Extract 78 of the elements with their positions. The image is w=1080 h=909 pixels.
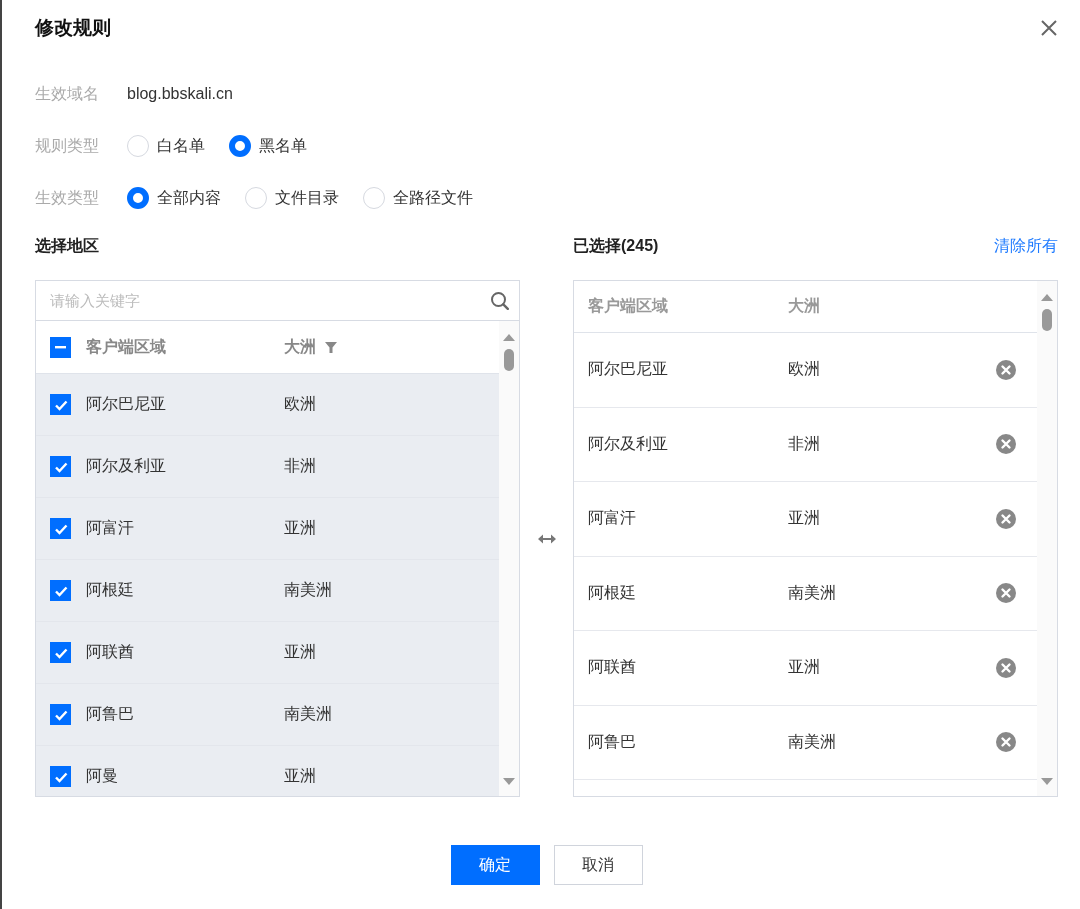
scroll-thumb[interactable] (504, 349, 514, 371)
row-checkbox[interactable] (50, 766, 71, 787)
row-checkbox[interactable] (50, 580, 71, 601)
table-cell-text: 阿根廷 (588, 582, 637, 603)
table-cell-text: 亚洲 (788, 657, 821, 678)
section-title: 已选择(245) (573, 235, 659, 256)
table-cell-text: 阿鲁巴 (86, 704, 135, 724)
remove-icon[interactable] (996, 657, 1016, 678)
table-row[interactable]: 阿曼 亚洲 (36, 746, 499, 796)
table-cell-text: 亚洲 (284, 518, 316, 538)
minus-icon (55, 345, 66, 349)
table-row[interactable]: 阿鲁巴 南美洲 (36, 684, 499, 746)
row-checkbox[interactable] (50, 394, 71, 415)
table-cell-text: 非洲 (788, 433, 821, 454)
double-arrow-icon (536, 532, 557, 545)
scroll-thumb[interactable] (1042, 309, 1052, 331)
radio-label[interactable]: 全路径文件 (393, 187, 473, 209)
table-cell-text: 南美洲 (284, 704, 332, 724)
table-cell-text: 阿尔巴尼亚 (86, 394, 167, 414)
table-row[interactable]: 阿尔巴尼亚 欧洲 (36, 374, 499, 436)
radio-label[interactable]: 白名单 (157, 135, 205, 157)
search-icon (490, 291, 509, 310)
close-icon[interactable] (1040, 19, 1058, 37)
dialog-title: 修改规则 (35, 16, 111, 40)
table-cell-text: 亚洲 (284, 766, 316, 786)
table-cell-text: 南美洲 (788, 731, 837, 752)
row-checkbox[interactable] (50, 518, 71, 539)
remove-icon[interactable] (996, 359, 1016, 380)
remove-icon[interactable] (996, 732, 1016, 753)
table-cell-text: 阿富汗 (588, 508, 637, 529)
radio-button[interactable] (127, 187, 149, 209)
table-cell-text: 阿富汗 (86, 518, 135, 538)
table-cell-text: 亚洲 (788, 508, 821, 529)
radio-label[interactable]: 文件目录 (275, 187, 339, 209)
remove-icon[interactable] (996, 583, 1016, 604)
field-label: 生效类型 (35, 187, 100, 208)
table-cell-text: 阿尔及利亚 (588, 433, 669, 454)
column-header: 客户端区域 (86, 336, 167, 357)
remove-icon[interactable] (996, 508, 1016, 529)
radio-label[interactable]: 全部内容 (157, 187, 221, 209)
scrollbar-track[interactable] (499, 321, 519, 796)
table-cell-text: 南美洲 (788, 582, 837, 603)
field-label: 生效域名 (35, 83, 100, 104)
table-cell-text: 欧洲 (284, 394, 316, 414)
table-cell-text: 阿联酋 (588, 657, 637, 678)
table-row[interactable]: 阿根廷 南美洲 (36, 560, 499, 622)
row-checkbox[interactable] (50, 456, 71, 477)
row-checkbox[interactable] (50, 704, 71, 725)
table-row[interactable]: 阿富汗 亚洲 (36, 498, 499, 560)
radio-button[interactable] (229, 135, 251, 157)
table-cell-text: 南美洲 (284, 580, 332, 600)
table-cell-text: 阿根廷 (86, 580, 135, 600)
table-row[interactable]: 阿尔及利亚 非洲 (36, 436, 499, 498)
clear-all-link[interactable]: 清除所有 (994, 235, 1058, 257)
table-cell-text: 阿鲁巴 (588, 731, 637, 752)
column-header: 大洲 (788, 296, 821, 316)
column-header: 大洲 (284, 336, 316, 357)
scrollbar-track[interactable] (1037, 281, 1057, 796)
radio-label[interactable]: 黑名单 (259, 135, 307, 157)
table-cell-text: 阿联酋 (86, 642, 135, 662)
dialog-button[interactable]: 确定 (450, 845, 540, 885)
table-cell-text: 阿尔及利亚 (86, 456, 167, 476)
search-field[interactable]: 请输入关键字 (50, 292, 490, 309)
table-cell-text: 欧洲 (788, 359, 821, 380)
field-value: blog.bbskali.cn (127, 85, 233, 103)
section-title: 选择地区 (35, 236, 99, 254)
table-cell-text: 阿尔巴尼亚 (588, 359, 669, 380)
table-cell-text: 非洲 (284, 456, 316, 476)
remove-icon[interactable] (996, 434, 1016, 455)
row-checkbox[interactable] (50, 642, 71, 663)
column-header: 客户端区域 (588, 296, 669, 316)
filter-icon (324, 340, 338, 354)
dialog-button[interactable]: 取消 (553, 845, 643, 885)
table-cell-text: 亚洲 (284, 642, 316, 662)
table-row[interactable]: 阿联酋 亚洲 (36, 622, 499, 684)
field-label: 规则类型 (35, 135, 100, 156)
select-all-checkbox[interactable] (50, 336, 71, 358)
table-cell-text: 阿曼 (86, 766, 119, 786)
